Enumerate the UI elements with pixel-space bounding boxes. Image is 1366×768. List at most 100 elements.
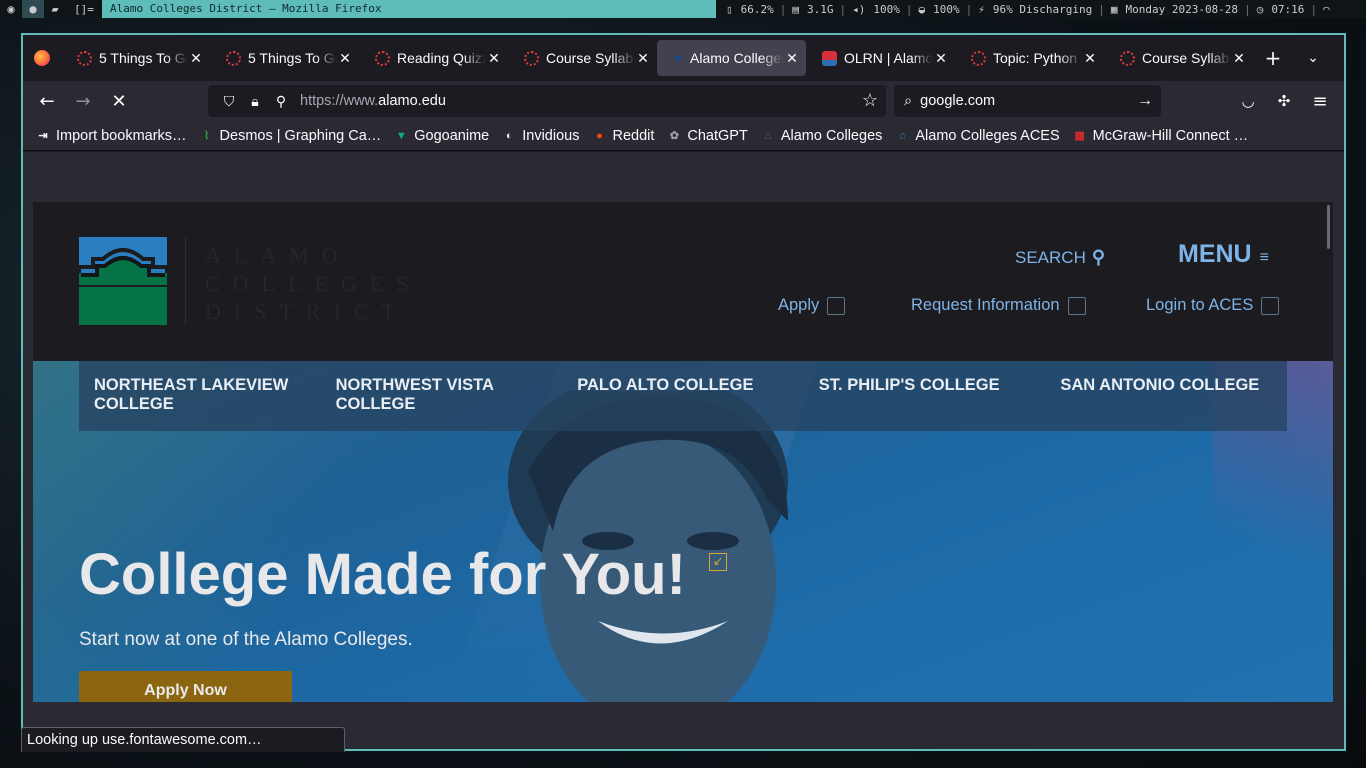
cpu-icon: ▯ — [726, 2, 733, 16]
bookmarks-toolbar: ⇥ Import bookmarks… ⌇ Desmos | Graphing Ca…… — [23, 121, 1344, 151]
tab-label: Course Syllabus — [1142, 50, 1231, 66]
college-link-st-philips[interactable]: ST. PHILIP'S COLLEGE — [804, 361, 1046, 431]
college-link-palo-alto[interactable]: PALO ALTO COLLEGE — [562, 361, 804, 431]
search-bar[interactable]: ⌕ google.com → — [894, 85, 1161, 117]
notes-icon[interactable]: ▰ — [44, 0, 66, 18]
bookmark-item[interactable]: ⌂ Alamo Colleges ACES — [894, 127, 1060, 144]
bookmark-label: Alamo Colleges ACES — [915, 127, 1060, 144]
pocket-icon[interactable]: ◡ — [1230, 85, 1266, 117]
tab-label: 5 Things To Get — [99, 50, 188, 66]
permissions-icon[interactable]: ⚲ — [268, 93, 294, 110]
window-title: Alamo Colleges District — Mozilla Firefo… — [102, 0, 716, 18]
browser-status-text: Looking up use.fontawesome.com… — [21, 727, 345, 752]
search-input[interactable]: google.com — [920, 93, 995, 109]
external-link-icon[interactable]: ↙ — [709, 553, 727, 571]
tracking-protection-shield-icon[interactable]: ⛉ — [216, 93, 242, 110]
browser-tab[interactable]: 5 Things To Get ✕ — [61, 40, 210, 76]
college-link-northeast-lakeview[interactable]: NORTHEAST LAKEVIEW COLLEGE — [79, 361, 321, 431]
mcgraw-icon: ▦ — [1074, 130, 1085, 142]
site-search-button[interactable]: SEARCH ⚲ — [1015, 247, 1105, 268]
firefox-menu-icon[interactable] — [23, 35, 61, 81]
alamo-icon: ⌂ — [899, 129, 906, 142]
bookmark-item[interactable]: ▦ McGraw-Hill Connect … — [1072, 128, 1248, 144]
tab-close-icon[interactable]: ✕ — [784, 50, 800, 67]
site-header: ALAMO COLLEGES DISTRICT SEARCH ⚲ MENU ≡ … — [33, 202, 1333, 361]
tab-close-icon[interactable]: ✕ — [1231, 50, 1247, 67]
time: 07:16 — [1271, 2, 1305, 16]
tab-close-icon[interactable]: ✕ — [486, 50, 502, 67]
back-button[interactable]: ← — [29, 85, 65, 117]
tab-favicon-icon — [226, 50, 241, 66]
brightness-level: 100% — [933, 2, 960, 16]
tab-label: Course Syllabus — [546, 50, 635, 66]
tab-favicon-icon — [675, 55, 681, 61]
system-stats: ▯ 66.2% | ▤ 3.1G | ◂) 100% | ◒ 100% | ⚡ 96% Disch… — [722, 3, 1334, 16]
bookmark-item[interactable]: ◐ Invidious — [501, 127, 580, 144]
brightness-icon: ◒ — [918, 2, 926, 16]
browser-tab[interactable]: Course Syllabus✕ — [508, 40, 657, 76]
lock-icon[interactable]: 🔒︎ — [242, 93, 268, 110]
cpu-usage: 66.2% — [740, 2, 774, 16]
chat-icon — [1067, 296, 1086, 315]
bookmark-item[interactable]: ⇥ Import bookmarks… — [35, 128, 186, 144]
discord-icon[interactable]: ◉ — [0, 0, 22, 18]
navigation-toolbar: ← → ✕ ⛉ 🔒︎ ⚲ https://www.alamo.edu ☆ ⌕ g… — [23, 81, 1344, 121]
apply-now-button[interactable]: Apply Now — [79, 671, 292, 702]
page-viewport: ALAMO COLLEGES DISTRICT SEARCH ⚲ MENU ≡ … — [23, 152, 1344, 749]
terminal-icon[interactable]: ● — [22, 0, 44, 18]
new-tab-button[interactable]: + — [1253, 40, 1293, 76]
hero-banner: NORTHEAST LAKEVIEW COLLEGE NORTHWEST VIS… — [33, 361, 1333, 702]
site-search-label: SEARCH — [1015, 247, 1086, 267]
bookmark-item[interactable]: ⌂ Alamo Colleges — [760, 128, 883, 144]
tab-close-icon[interactable]: ✕ — [337, 50, 353, 67]
forward-button[interactable]: → — [65, 85, 101, 117]
browser-tab[interactable]: Course Syllabus✕ — [1104, 40, 1253, 76]
address-bar[interactable]: ⛉ 🔒︎ ⚲ https://www.alamo.edu ☆ — [208, 85, 886, 117]
hamburger-menu-icon[interactable]: ≡ — [1302, 85, 1338, 117]
import-icon: ⇥ — [38, 130, 48, 142]
college-links-bar: NORTHEAST LAKEVIEW COLLEGE NORTHWEST VIS… — [79, 361, 1287, 431]
browser-tab[interactable]: Alamo Colleges ✕ — [657, 40, 806, 76]
bookmark-item[interactable]: ✿ ChatGPT — [666, 128, 748, 144]
battery-status: 96% Discharging — [992, 2, 1093, 16]
bookmark-item[interactable]: ▼ Gogoanime — [393, 128, 489, 144]
extensions-icon[interactable]: ✣ — [1266, 85, 1302, 117]
tab-label: Topic: Python — [993, 50, 1078, 66]
tab-favicon-icon — [77, 50, 92, 66]
college-link-san-antonio[interactable]: SAN ANTONIO COLLEGE — [1045, 361, 1287, 431]
alamo-logo[interactable] — [79, 237, 167, 325]
tab-close-icon[interactable]: ✕ — [1082, 50, 1098, 67]
tab-favicon-icon — [822, 50, 837, 66]
url-text[interactable]: https://www.alamo.edu — [300, 93, 446, 109]
stop-loading-button[interactable]: ✕ — [101, 85, 137, 117]
browser-tab[interactable]: Topic: Python ✕ — [955, 40, 1104, 76]
application-icon — [827, 296, 846, 315]
bookmark-star-icon[interactable]: ☆ — [862, 90, 878, 111]
tab-favicon-icon — [1120, 50, 1135, 66]
invidious-icon: ◐ — [505, 129, 513, 142]
tab-close-icon[interactable]: ✕ — [933, 50, 949, 67]
tab-close-icon[interactable]: ✕ — [635, 50, 651, 67]
college-link-northwest-vista[interactable]: NORTHWEST VISTA COLLEGE — [321, 361, 563, 431]
list-all-tabs-chevron-icon[interactable]: ⌄ — [1293, 40, 1333, 76]
bookmark-item[interactable]: ● Reddit — [591, 128, 654, 144]
tab-close-icon[interactable]: ✕ — [188, 50, 204, 67]
menu-bars-icon: ≡ — [1259, 248, 1269, 266]
request-information-link[interactable]: Request Information — [911, 296, 1086, 315]
browser-tab[interactable]: Reading Quizzes✕ — [359, 40, 508, 76]
bookmark-label: Invidious — [522, 127, 580, 144]
bookmark-item[interactable]: ⌇ Desmos | Graphing Ca… — [199, 128, 381, 144]
memory-icon: ▤ — [792, 2, 799, 16]
layout-indicator[interactable]: []= — [66, 3, 102, 16]
gogoanime-icon: ▼ — [395, 129, 407, 142]
site-menu-button[interactable]: MENU ≡ — [1178, 240, 1269, 269]
browser-tab[interactable]: OLRN | Alamo ✕ — [806, 40, 955, 76]
search-go-arrow-icon[interactable]: → — [1137, 92, 1153, 110]
tab-favicon-icon — [524, 50, 539, 66]
page-scrollbar[interactable] — [1327, 205, 1330, 249]
tab-favicon-icon — [375, 50, 390, 66]
browser-tab[interactable]: 5 Things To Get ✕ — [210, 40, 359, 76]
login-aces-link[interactable]: Login to ACES — [1146, 296, 1280, 315]
apply-link-label: Apply — [778, 296, 820, 314]
apply-link[interactable]: Apply — [778, 296, 846, 315]
